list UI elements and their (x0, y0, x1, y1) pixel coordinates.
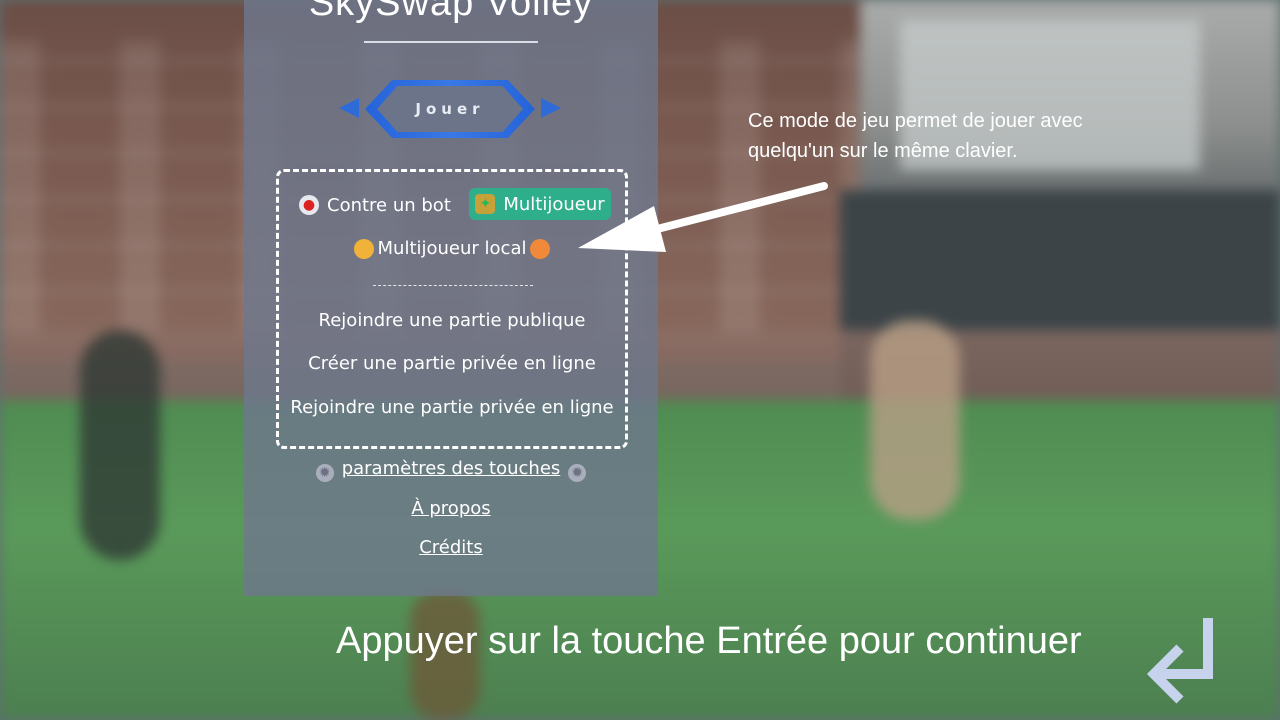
create-private-game-link[interactable]: Créer une partie privée en ligne (279, 353, 625, 374)
enter-key-icon[interactable] (1144, 614, 1220, 706)
about-link[interactable]: À propos (244, 498, 658, 519)
main-menu-panel: SkySwap Volley Jouer ● Contre un bot ✦ M… (244, 0, 658, 596)
player-figure-left (80, 330, 160, 560)
key-settings-label: paramètres des touches (341, 458, 561, 479)
robot-icon: ● (299, 195, 319, 215)
gear-icon: ✹ (568, 464, 587, 482)
tutorial-tip: Ce mode de jeu permet de jouer avec quel… (748, 110, 1083, 162)
play-button-group[interactable]: Jouer (339, 78, 561, 142)
title-underline (364, 41, 538, 43)
bot-mode-button[interactable]: ● Contre un bot (299, 188, 451, 222)
credits-link[interactable]: Crédits (244, 537, 658, 558)
pointer-arrow-icon (578, 182, 828, 252)
play-button-label: Jouer (377, 86, 523, 132)
gear-icon: ✹ (315, 464, 334, 482)
face-icon (353, 238, 374, 259)
separator-line (373, 285, 533, 286)
bot-mode-label: Contre un bot (327, 194, 451, 216)
join-public-game-link[interactable]: Rejoindre une partie publique (279, 310, 625, 331)
left-arrow-icon (339, 98, 359, 118)
players-icon: ✦ (475, 194, 496, 214)
join-private-game-link[interactable]: Rejoindre une partie privée en ligne (279, 397, 625, 418)
key-settings-link[interactable]: ✹ paramètres des touches ✹ (244, 458, 658, 482)
right-arrow-icon (541, 98, 561, 118)
local-multiplayer-label: Multijoueur local (377, 238, 527, 259)
game-title: SkySwap Volley (308, 0, 594, 24)
face-icon (530, 238, 551, 259)
play-button[interactable]: Jouer (365, 80, 535, 138)
player-figure-right (870, 320, 960, 520)
continue-prompt: Appuyer sur la touche Entrée pour contin… (336, 620, 1082, 662)
